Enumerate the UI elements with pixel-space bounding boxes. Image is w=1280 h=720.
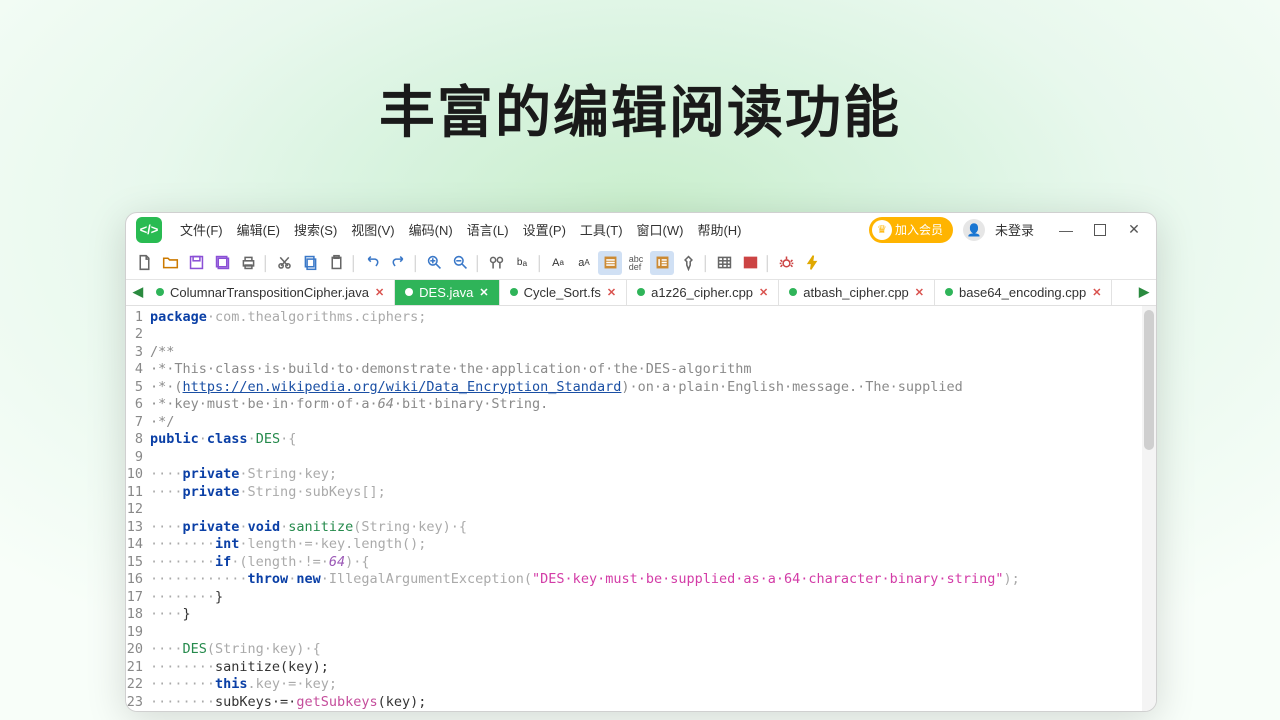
code-area[interactable]: package·com.thealgorithms.ciphers; /** ·… (146, 306, 1156, 712)
save-all-icon[interactable] (210, 251, 234, 275)
tab-des[interactable]: DES.java ✕ (395, 280, 499, 304)
tab-close-icon[interactable]: ✕ (915, 286, 924, 299)
tab-scroll-left[interactable]: ◀ (130, 280, 146, 304)
minimize-button[interactable]: — (1054, 218, 1078, 242)
file-dot-icon (405, 288, 413, 296)
menu-search[interactable]: 搜索(S) (294, 220, 337, 239)
print-icon[interactable] (236, 251, 260, 275)
tab-label: atbash_cipher.cpp (803, 285, 909, 300)
menu-tools[interactable]: 工具(T) (580, 220, 623, 239)
find-icon[interactable] (484, 251, 508, 275)
close-window-button[interactable]: ✕ (1122, 218, 1146, 242)
tab-label: base64_encoding.cpp (959, 285, 1086, 300)
save-icon[interactable] (184, 251, 208, 275)
menu-edit[interactable]: 编辑(E) (237, 220, 280, 239)
tab-atbash[interactable]: atbash_cipher.cpp ✕ (779, 280, 935, 304)
replace-icon[interactable]: ba (510, 251, 534, 275)
menu-settings[interactable]: 设置(P) (523, 220, 566, 239)
tab-close-icon[interactable]: ✕ (607, 286, 616, 299)
tab-close-icon[interactable]: ✕ (1092, 286, 1101, 299)
maximize-button[interactable] (1088, 218, 1112, 242)
undo-icon[interactable] (360, 251, 384, 275)
menu-window[interactable]: 窗口(W) (637, 220, 684, 239)
file-dot-icon (510, 288, 518, 296)
tab-label: ColumnarTranspositionCipher.java (170, 285, 369, 300)
new-file-icon[interactable] (132, 251, 156, 275)
wikipedia-link[interactable]: https://en.wikipedia.org/wiki/Data_Encry… (183, 379, 622, 395)
tab-label: DES.java (419, 285, 473, 300)
menu-language[interactable]: 语言(L) (467, 220, 509, 239)
zoom-out-icon[interactable] (448, 251, 472, 275)
terminal-icon[interactable] (738, 251, 762, 275)
menubar-right: ♛ 加入会员 👤 未登录 — ✕ (869, 217, 1146, 243)
tab-label: a1z26_cipher.cpp (651, 285, 753, 300)
join-member-button[interactable]: ♛ 加入会员 (869, 217, 953, 243)
bug-icon[interactable] (774, 251, 798, 275)
code-editor[interactable]: 1 2 3 4 5 6 7 8 9 10 11 12 13 14 15 16 1… (126, 306, 1156, 712)
run-icon[interactable] (800, 251, 824, 275)
copy-icon[interactable] (298, 251, 322, 275)
menu-help[interactable]: 帮助(H) (697, 220, 741, 239)
file-dot-icon (637, 288, 645, 296)
grid-icon[interactable] (712, 251, 736, 275)
case-icon[interactable]: aA (572, 251, 596, 275)
indent-guide-icon[interactable] (650, 251, 674, 275)
menubar: </> 文件(F) 编辑(E) 搜索(S) 视图(V) 编码(N) 语言(L) … (126, 213, 1156, 247)
app-logo-icon: </> (136, 217, 162, 243)
line-numbers-icon[interactable] (598, 251, 622, 275)
font-size-icon[interactable]: Aa (546, 251, 570, 275)
open-file-icon[interactable] (158, 251, 182, 275)
page-headline: 丰富的编辑阅读功能 (0, 68, 1280, 149)
tab-close-icon[interactable]: ✕ (375, 286, 384, 299)
zoom-in-icon[interactable] (422, 251, 446, 275)
crown-icon: ♛ (872, 220, 892, 240)
menu-view[interactable]: 视图(V) (351, 220, 394, 239)
menu-file[interactable]: 文件(F) (180, 220, 223, 239)
tab-base64[interactable]: base64_encoding.cpp ✕ (935, 280, 1112, 304)
pin-icon[interactable] (676, 251, 700, 275)
tab-columnar[interactable]: ColumnarTranspositionCipher.java ✕ (146, 280, 395, 304)
paste-icon[interactable] (324, 251, 348, 275)
cut-icon[interactable] (272, 251, 296, 275)
tab-label: Cycle_Sort.fs (524, 285, 601, 300)
redo-icon[interactable] (386, 251, 410, 275)
toolbar: │ │ │ │ ba │ Aa aA abcdef │ │ (126, 247, 1156, 281)
file-dot-icon (789, 288, 797, 296)
tab-a1z26[interactable]: a1z26_cipher.cpp ✕ (627, 280, 779, 304)
tab-scroll-right[interactable]: ▶ (1136, 280, 1152, 304)
tab-bar: ◀ ColumnarTranspositionCipher.java ✕ DES.… (126, 280, 1156, 305)
vertical-scrollbar[interactable] (1142, 306, 1156, 712)
tab-close-icon[interactable]: ✕ (479, 286, 488, 299)
menu-encoding[interactable]: 编码(N) (409, 220, 453, 239)
join-member-label: 加入会员 (895, 221, 943, 238)
tab-cyclesort[interactable]: Cycle_Sort.fs ✕ (500, 280, 628, 304)
word-wrap-icon[interactable]: abcdef (624, 251, 648, 275)
avatar-icon[interactable]: 👤 (963, 219, 985, 241)
line-gutter: 1 2 3 4 5 6 7 8 9 10 11 12 13 14 15 16 1… (126, 306, 146, 712)
app-window: </> 文件(F) 编辑(E) 搜索(S) 视图(V) 编码(N) 语言(L) … (125, 212, 1157, 712)
scrollbar-thumb[interactable] (1144, 310, 1154, 450)
file-dot-icon (945, 288, 953, 296)
login-status[interactable]: 未登录 (995, 220, 1034, 239)
tab-close-icon[interactable]: ✕ (759, 286, 768, 299)
menu-items: 文件(F) 编辑(E) 搜索(S) 视图(V) 编码(N) 语言(L) 设置(P… (180, 220, 742, 239)
file-dot-icon (156, 288, 164, 296)
